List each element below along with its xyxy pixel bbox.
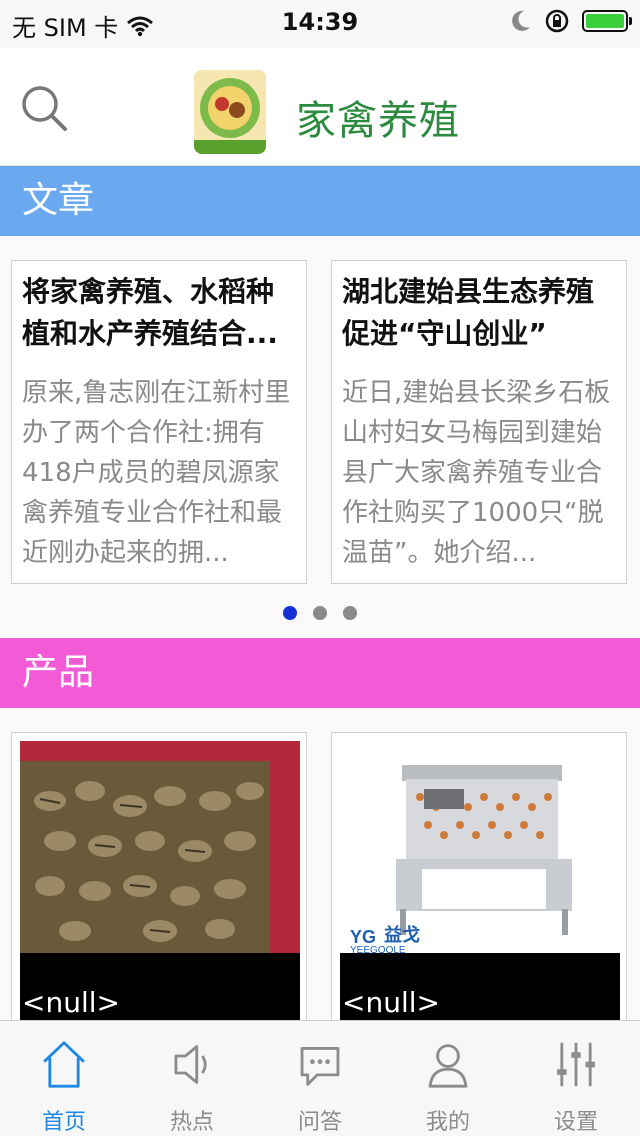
page-dot[interactable] xyxy=(343,606,357,620)
battery-icon xyxy=(582,10,632,32)
product-card[interactable]: <null> xyxy=(11,732,307,1032)
status-bar: 无 SIM 卡 14:39 xyxy=(0,0,640,48)
article-title: 将家禽养殖、水稻种植和水产养殖结合... xyxy=(22,275,278,350)
status-indicators xyxy=(510,8,632,34)
tab-hot[interactable]: 热点 xyxy=(128,1021,256,1136)
articles-section-header: 文章 xyxy=(0,166,640,236)
tab-home[interactable]: 首页 xyxy=(0,1021,128,1136)
page-dot[interactable] xyxy=(313,606,327,620)
app-logo xyxy=(194,70,266,154)
tab-settings[interactable]: 设置 xyxy=(512,1021,640,1136)
app-title: 家禽养殖 xyxy=(296,98,460,144)
product-caption: <null> xyxy=(20,953,300,1023)
rotation-lock-icon xyxy=(545,9,569,33)
article-summary: 近日,建始县长梁乡石板山村妇女马梅园到建始县广大家禽养殖专业合作社购买了1000… xyxy=(342,378,611,568)
page-dot-active[interactable] xyxy=(283,606,297,620)
product-image-plucker-machine: YG 益戈 YEEGOOLE xyxy=(340,741,620,953)
product-card[interactable]: YG 益戈 YEEGOOLE <null> xyxy=(331,732,627,1032)
tab-label: 我的 xyxy=(425,1110,470,1135)
article-card[interactable]: 湖北建始县生态养殖促进“守山创业” 近日,建始县长梁乡石板山村妇女马梅园到建始县… xyxy=(331,260,627,584)
articles-carousel[interactable]: 将家禽养殖、水稻种植和水产养殖结合... 原来,鲁志刚在江新村里办了两个合作社:… xyxy=(0,236,640,638)
svg-text:益戈: 益戈 xyxy=(384,924,420,946)
product-caption: <null> xyxy=(340,953,620,1023)
article-card[interactable]: 将家禽养殖、水稻种植和水产养殖结合... 原来,鲁志刚在江新村里办了两个合作社:… xyxy=(11,260,307,584)
tab-mine[interactable]: 我的 xyxy=(384,1021,512,1136)
tab-label: 问答 xyxy=(297,1110,342,1135)
chat-icon xyxy=(300,1047,340,1086)
home-icon xyxy=(43,1041,85,1088)
svg-text:YG: YG xyxy=(350,927,376,947)
products-section-header: 产品 xyxy=(0,638,640,708)
sliders-icon xyxy=(557,1042,595,1087)
article-summary: 原来,鲁志刚在江新村里办了两个合作社:拥有418户成员的碧凤源家禽养殖专业合作社… xyxy=(22,378,291,568)
products-list: <null> YG 益戈 YEEGOOLE <null> xyxy=(0,708,640,1032)
bottom-tab-bar: 首页 热点 问答 我的 设置 xyxy=(0,1020,640,1136)
app-header: 家禽养殖 xyxy=(0,48,640,166)
search-icon[interactable] xyxy=(20,84,68,132)
page-indicator[interactable] xyxy=(0,606,640,620)
svg-text:YEEGOOLE: YEEGOOLE xyxy=(350,945,406,953)
tab-qa[interactable]: 问答 xyxy=(256,1021,384,1136)
tab-label: 设置 xyxy=(553,1110,598,1135)
speaker-icon xyxy=(174,1045,207,1084)
article-title: 湖北建始县生态养殖促进“守山创业” xyxy=(342,275,595,350)
tab-label: 热点 xyxy=(169,1110,214,1135)
moon-icon xyxy=(512,10,530,31)
tab-label: 首页 xyxy=(41,1110,86,1135)
product-image-quail-chicks xyxy=(20,741,300,953)
user-icon xyxy=(428,1044,468,1088)
